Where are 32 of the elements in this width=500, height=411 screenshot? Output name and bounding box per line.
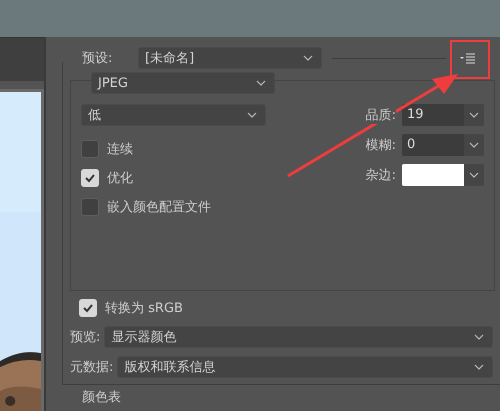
option-label: 嵌入颜色配置文件 bbox=[107, 198, 211, 216]
color-swatch[interactable] bbox=[402, 164, 464, 186]
chevron-icon bbox=[469, 112, 479, 118]
quality-preset-dropdown[interactable]: 低 bbox=[81, 104, 266, 126]
chevron-icon bbox=[256, 80, 266, 86]
menu-icon bbox=[460, 52, 476, 64]
preset-label: 预设: bbox=[82, 50, 114, 67]
chevron-icon bbox=[303, 55, 313, 61]
option-label: 优化 bbox=[107, 170, 133, 186]
chevron-icon bbox=[469, 142, 479, 148]
metadata-label: 元数据: bbox=[70, 359, 114, 376]
option-label: 连续 bbox=[107, 140, 133, 158]
chevron-button[interactable] bbox=[464, 164, 484, 186]
annotation-box bbox=[450, 40, 490, 79]
section-title: 颜色表 bbox=[82, 390, 121, 405]
checkbox[interactable] bbox=[81, 198, 99, 216]
checkbox[interactable] bbox=[81, 140, 99, 158]
chevron-icon bbox=[474, 334, 484, 340]
chevron-icon bbox=[474, 364, 484, 370]
preview-label: 预览: bbox=[70, 329, 100, 346]
option-label: 转换为 sRGB bbox=[105, 300, 183, 316]
chevron-icon bbox=[247, 112, 257, 118]
setting-label: 杂边: bbox=[366, 166, 396, 184]
chevron-icon bbox=[469, 172, 479, 178]
metadata-dropdown[interactable]: 版权和联系信息 bbox=[117, 356, 493, 378]
setting-label: 品质: bbox=[366, 106, 396, 124]
format-dropdown[interactable]: JPEG bbox=[91, 72, 275, 94]
setting-label: 模糊: bbox=[366, 136, 396, 154]
check-icon bbox=[84, 172, 96, 184]
preset-dropdown[interactable]: [未命名] bbox=[138, 47, 322, 69]
preview-dropdown[interactable]: 显示器颜色 bbox=[104, 326, 493, 348]
check-icon bbox=[82, 302, 94, 314]
